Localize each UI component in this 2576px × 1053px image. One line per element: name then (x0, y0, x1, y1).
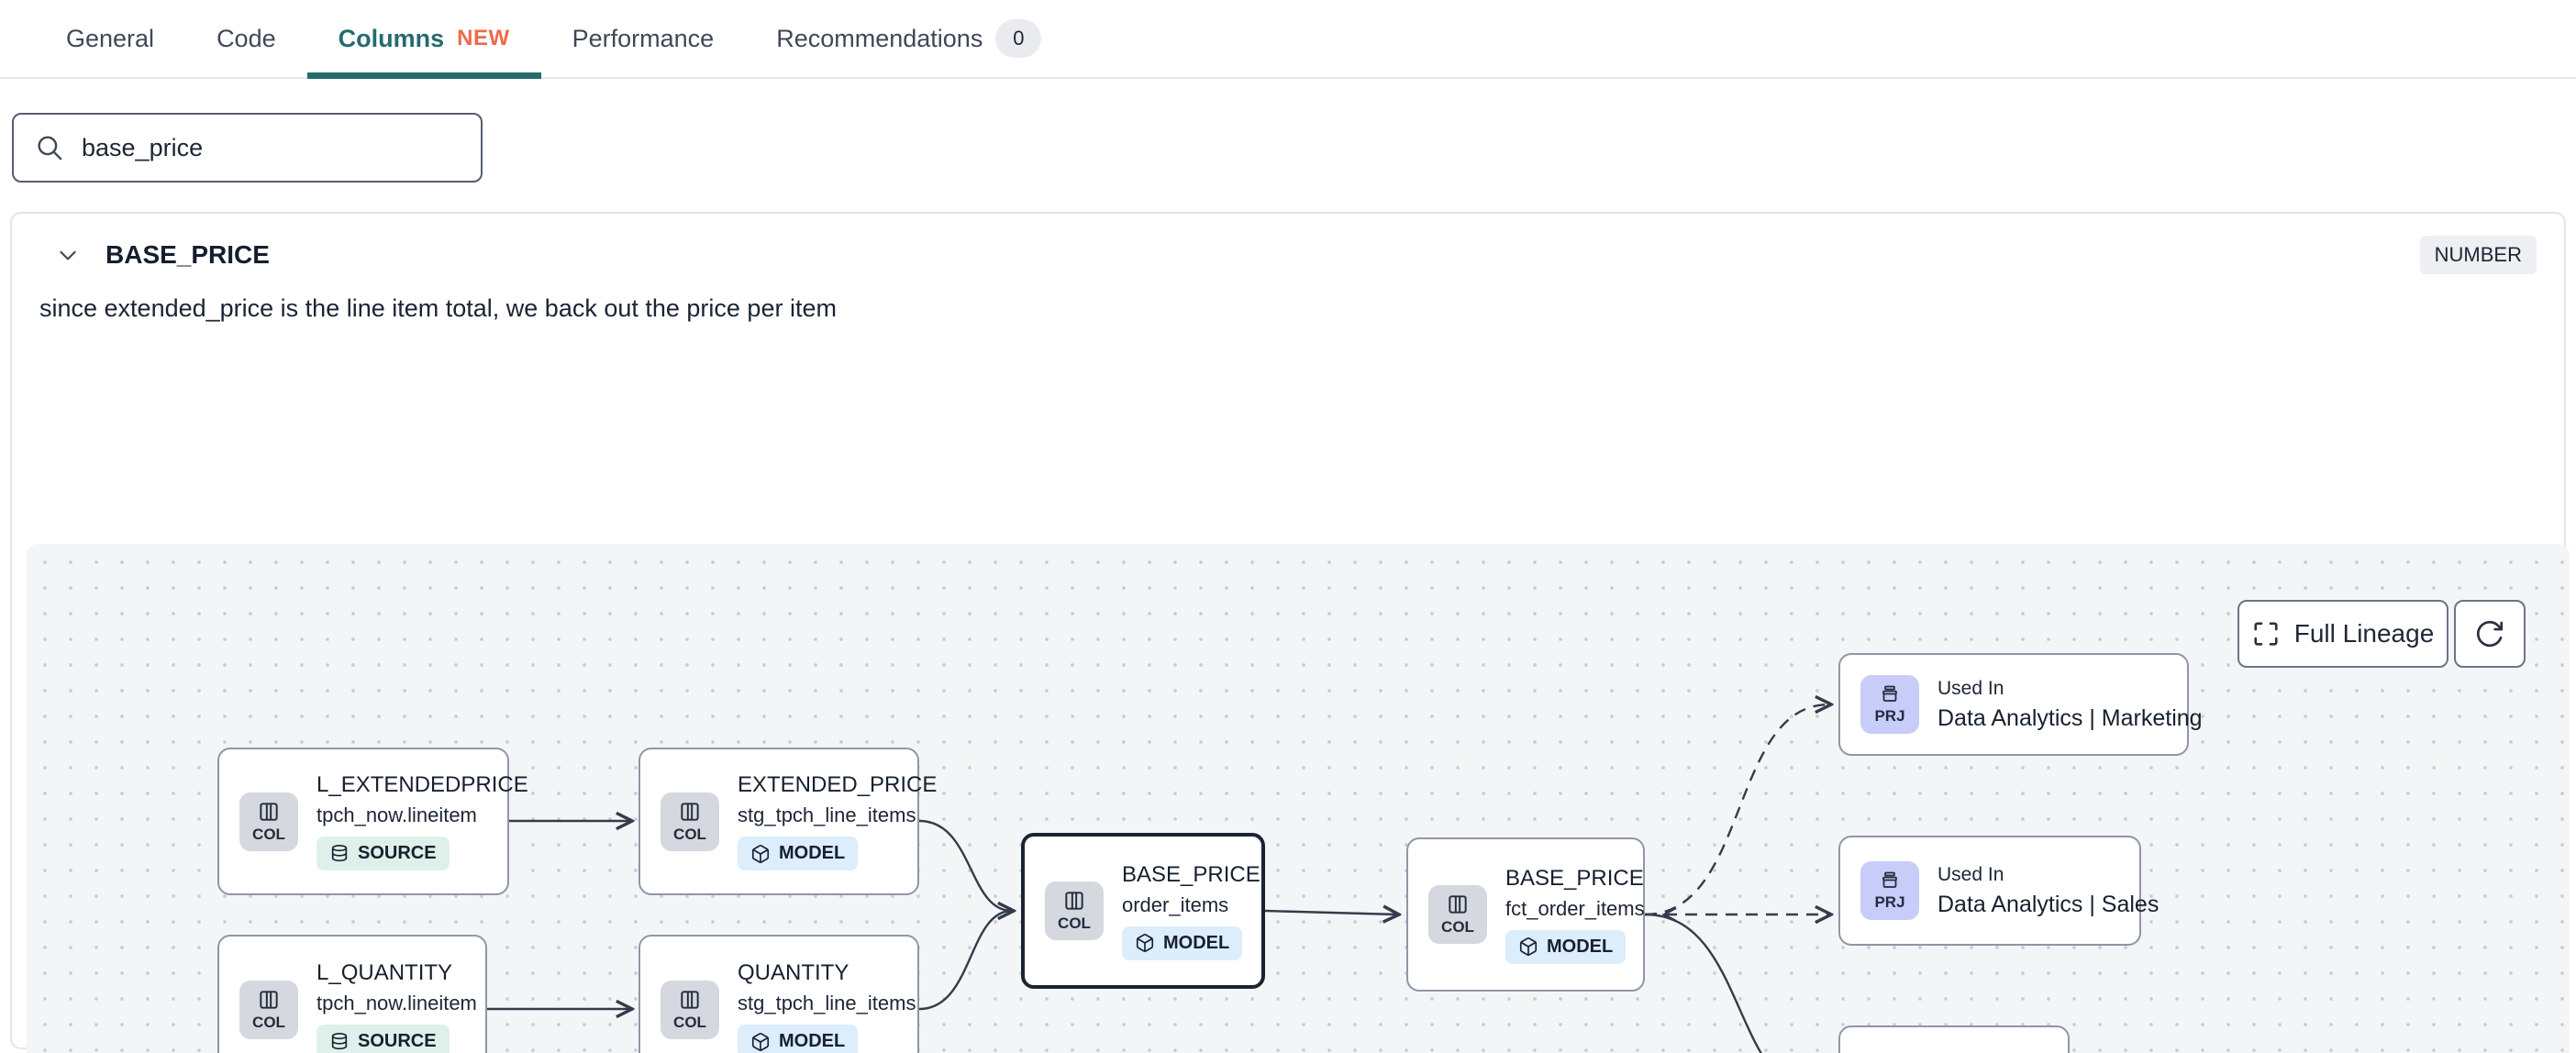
source-badge: SOURCE (316, 837, 450, 870)
search-icon (38, 136, 62, 161)
column-chip: COL (1045, 881, 1104, 940)
recommendations-count-badge: 0 (995, 19, 1042, 58)
tab-general[interactable]: General (35, 0, 185, 77)
lineage-node-l-quantity[interactable]: COL L_QUANTITY tpch_now.lineitem SOURCE (217, 935, 487, 1053)
node-title: EXTENDED_PRICE (738, 772, 938, 797)
lineage-node-l-extendedprice[interactable]: COL L_EXTENDEDPRICE tpch_now.lineitem SO… (217, 748, 528, 895)
project-chip: PRJ (1860, 675, 1919, 734)
column-chip: COL (239, 980, 298, 1039)
edge-fct-marketing (1644, 704, 1829, 916)
node-subtitle: stg_tpch_line_items (738, 804, 916, 826)
columns-icon (260, 990, 278, 1009)
columns-icon (260, 802, 278, 821)
cube-icon (1519, 937, 1538, 956)
source-badge: SOURCE (316, 1025, 450, 1053)
used-in-label: Used In (1938, 863, 2004, 885)
column-chip: COL (1428, 885, 1487, 944)
node-subtitle: fct_order_items (1505, 896, 1645, 920)
archive-icon (1882, 871, 1897, 888)
lineage-node-extended-price[interactable]: COL EXTENDED_PRICE stg_tpch_line_items M… (638, 748, 937, 895)
column-lineage-page: General Code Columns NEW Performance Rec… (0, 0, 2576, 1053)
lineage-node-used-in-marketing[interactable]: PRJ Used In Data Analytics | Marketing (1838, 653, 2203, 756)
node-title: L_QUANTITY (316, 960, 453, 985)
expand-icon (2254, 622, 2278, 646)
column-header: BASE_PRICE NUMBER (12, 214, 2564, 274)
database-icon (331, 844, 348, 861)
node-subtitle: stg_tpch_line_items (738, 992, 916, 1014)
tab-columns[interactable]: Columns NEW (306, 0, 541, 79)
lineage-node-base-price-fct-order-items[interactable]: COL BASE_PRICE fct_order_items MODEL (1406, 837, 1645, 992)
node-title: BASE_PRICE (1505, 865, 1644, 891)
edge-baseprice-fctorderitems (1264, 911, 1397, 914)
model-badge: MODEL (738, 1025, 859, 1053)
node-title: L_EXTENDEDPRICE (316, 772, 528, 797)
lineage-canvas[interactable]: Full Lineage COL L_EXTENDEDPRICE tpch_no… (27, 544, 2570, 1053)
node-subtitle: tpch_now.lineitem (316, 992, 477, 1014)
column-name: BASE_PRICE (105, 240, 270, 269)
column-description: since extended_price is the line item to… (39, 294, 837, 322)
model-badge: MODEL (738, 837, 859, 870)
columns-icon (681, 990, 699, 1009)
new-badge: NEW (457, 26, 510, 50)
node-title: Data Analytics | Sales (1938, 891, 2160, 917)
full-lineage-button[interactable]: Full Lineage (2237, 600, 2448, 668)
cube-icon (751, 1032, 770, 1051)
column-type-badge: NUMBER (2419, 236, 2537, 274)
used-in-label: Used In (1938, 677, 2004, 699)
lineage-node-base-price-order-items[interactable]: COL BASE_PRICE order_items MODEL (1021, 833, 1265, 989)
collapse-chevron-icon[interactable] (56, 243, 80, 267)
lineage-node-quantity[interactable]: COL QUANTITY stg_tpch_line_items MODEL (638, 935, 919, 1053)
node-title: BASE_PRICE (1122, 861, 1260, 887)
archive-icon (1882, 685, 1897, 702)
tab-performance[interactable]: Performance (541, 0, 746, 77)
cube-icon (1136, 934, 1154, 952)
node-subtitle: tpch_now.lineitem (316, 804, 477, 826)
cube-icon (751, 844, 770, 863)
node-title: QUANTITY (738, 960, 849, 985)
edge-quantity-baseprice (918, 909, 1013, 1011)
refresh-button[interactable] (2454, 600, 2526, 668)
search-input[interactable] (82, 133, 461, 162)
tab-code[interactable]: Code (185, 0, 307, 77)
columns-icon (1449, 895, 1467, 914)
refresh-icon (2476, 620, 2504, 648)
project-chip: PRJ (1860, 861, 1919, 920)
column-chip: COL (239, 792, 298, 851)
database-icon (331, 1032, 348, 1049)
column-panel: BASE_PRICE NUMBER since extended_price i… (10, 212, 2570, 1053)
edge-fct-usevariables (1644, 913, 1763, 1053)
lineage-node-used-in-sales[interactable]: PRJ Used In Data Analytics | Sales (1838, 836, 2159, 946)
tab-recommendations[interactable]: Recommendations 0 (745, 0, 1072, 77)
lineage-node-base-price-use-variables[interactable]: COL BASE_PRICE use_variables MODEL (1838, 1025, 2076, 1053)
column-chip: COL (661, 980, 719, 1039)
node-subtitle: order_items (1122, 892, 1229, 916)
model-badge: MODEL (1122, 926, 1243, 960)
search-box[interactable] (12, 113, 483, 183)
model-badge: MODEL (1505, 929, 1627, 964)
node-title: Data Analytics | Marketing (1938, 704, 2203, 731)
columns-icon (681, 802, 699, 821)
tab-bar: General Code Columns NEW Performance Rec… (0, 0, 2576, 79)
columns-icon (1065, 892, 1083, 910)
column-chip: COL (661, 792, 719, 851)
